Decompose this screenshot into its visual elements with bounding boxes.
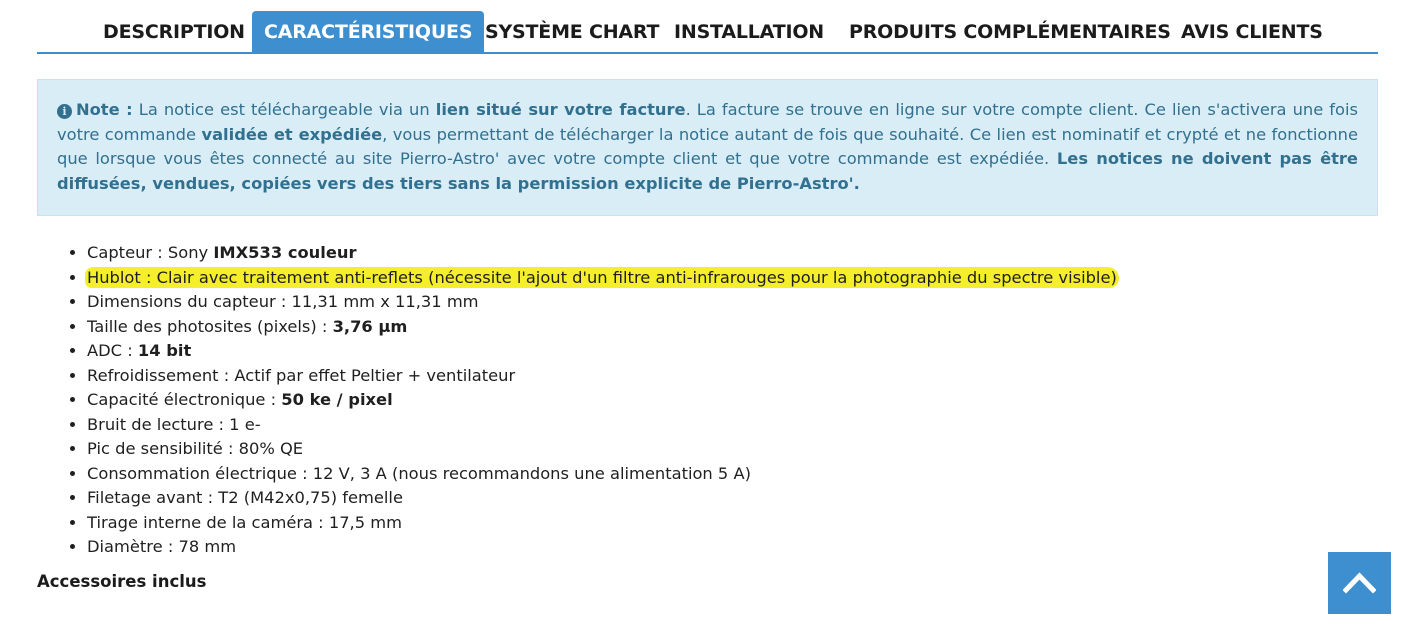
tab-caracteristiques[interactable]: CARACTÉRISTIQUES [252, 11, 485, 52]
tab-installation[interactable]: INSTALLATION [674, 11, 824, 52]
spec-item-dimensions: Dimensions du capteur : 11,31 mm x 11,31… [87, 290, 1119, 315]
spec-item-hublot: Hublot : Clair avec traitement anti-refl… [85, 266, 1119, 291]
spec-item-refroidissement: Refroidissement : Actif par effet Peltie… [87, 364, 1119, 389]
note-bold-2: validée et expédiée [201, 124, 383, 144]
spec-item-sensibilite: Pic de sensibilité : 80% QE [87, 437, 1119, 462]
spec-item-tirage: Tirage interne de la caméra : 17,5 mm [87, 511, 1119, 536]
spec-item-bruit: Bruit de lecture : 1 e- [87, 413, 1119, 438]
note-alert: i Note : La notice est téléchargeable via… [37, 79, 1378, 216]
tab-avis-clients[interactable]: AVIS CLIENTS [1181, 11, 1323, 52]
spec-item-capacite: Capacité électronique : 50 ke / pixel [87, 388, 1119, 413]
note-text-1: La notice est téléchargeable via un [132, 100, 436, 119]
tab-systeme-chart[interactable]: SYSTÈME CHART [485, 11, 659, 52]
note-label: Note : [76, 100, 133, 119]
product-tabs: DESCRIPTION CARACTÉRISTIQUES SYSTÈME CHA… [37, 11, 1378, 54]
spec-item-adc: ADC : 14 bit [87, 339, 1119, 364]
spec-item-diametre: Diamètre : 78 mm [87, 535, 1119, 560]
spec-item-filetage: Filetage avant : T2 (M42x0,75) femelle [87, 486, 1119, 511]
note-bold-1: lien situé sur votre facture [435, 100, 686, 119]
tab-produits-complementaires[interactable]: PRODUITS COMPLÉMENTAIRES [849, 11, 1171, 52]
info-circle-icon: i [57, 104, 72, 119]
spec-item-capteur: Capteur : Sony IMX533 couleur [87, 241, 1119, 266]
back-to-top-button[interactable] [1328, 552, 1391, 614]
spec-item-photosites: Taille des photosites (pixels) : 3,76 µm [87, 315, 1119, 340]
spec-list: Capteur : Sony IMX533 couleur Hublot : C… [62, 241, 1119, 560]
highlighted-text: Hublot : Clair avec traitement anti-refl… [85, 266, 1119, 288]
tab-description[interactable]: DESCRIPTION [103, 11, 245, 52]
accessories-heading: Accessoires inclus [37, 572, 207, 591]
chevron-up-icon [1343, 572, 1376, 594]
spec-item-consommation: Consommation électrique : 12 V, 3 A (nou… [87, 462, 1119, 487]
